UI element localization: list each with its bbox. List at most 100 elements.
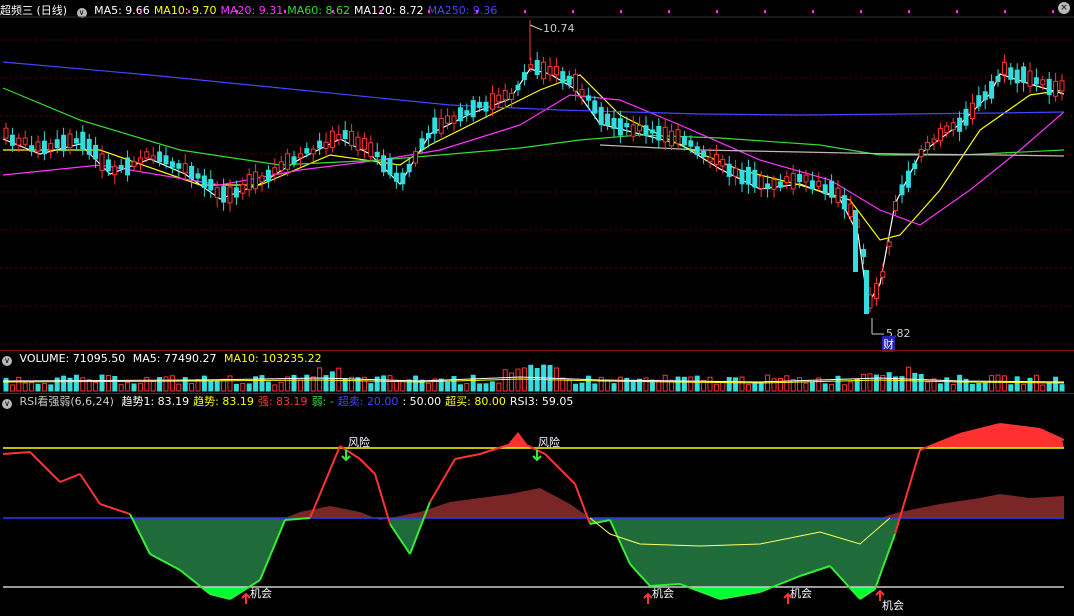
candle-body — [573, 73, 579, 92]
volume-bar — [387, 375, 393, 392]
candle-body — [809, 180, 815, 190]
volume-bar — [592, 383, 598, 392]
rsi-segment — [99, 503, 131, 515]
volume-bar — [745, 384, 751, 392]
candle-body — [221, 186, 227, 203]
volume-bar — [912, 372, 918, 392]
candle-body — [413, 151, 419, 164]
rsi-chart[interactable] — [0, 394, 1074, 616]
candle-body — [784, 176, 790, 184]
volume-bar — [861, 373, 867, 392]
candle-body — [201, 175, 207, 188]
candle-body — [509, 92, 515, 100]
volume-bar — [1021, 383, 1027, 392]
candle-body — [61, 134, 67, 152]
candle-body — [521, 72, 527, 81]
candlestick-chart[interactable] — [0, 0, 1074, 350]
volume-bar — [515, 368, 521, 392]
rsi-segment — [79, 473, 101, 505]
candle-body — [669, 130, 675, 147]
candle-body — [208, 179, 214, 191]
candle-body — [835, 187, 841, 203]
volume-bar — [528, 364, 534, 392]
candle-body — [272, 167, 278, 175]
candle-body — [176, 163, 182, 169]
volume-bar — [502, 369, 508, 392]
volume-bar — [925, 381, 931, 392]
volume-bar — [643, 377, 649, 392]
candle-body — [80, 131, 86, 150]
candle-body — [662, 126, 668, 143]
volume-bar — [1014, 376, 1020, 392]
volume-bar — [16, 376, 22, 392]
candle-body — [3, 127, 9, 139]
candle-body — [16, 137, 22, 146]
candle-body — [957, 117, 963, 132]
candle-body — [1033, 77, 1039, 85]
candle-body — [368, 142, 374, 157]
candle-body — [918, 149, 924, 158]
volume-bar — [169, 375, 175, 392]
marker-dot — [956, 10, 958, 13]
volume-bar — [835, 375, 841, 392]
volume-bar — [937, 383, 943, 392]
candle-body — [864, 270, 869, 314]
candle-body — [853, 210, 858, 272]
volume-bar — [976, 383, 982, 392]
volume-bar — [22, 382, 28, 392]
volume-bar — [752, 383, 758, 392]
volume-bar — [611, 383, 617, 392]
candle-body — [976, 95, 982, 107]
volume-bar — [176, 383, 182, 392]
volume-bar — [3, 377, 9, 392]
marker-dot — [572, 10, 574, 13]
volume-bar — [73, 374, 79, 392]
volume-ma10-line — [2, 378, 1065, 384]
candle-body — [285, 153, 291, 170]
volume-bar — [477, 383, 483, 392]
candle-body — [93, 145, 99, 160]
marker-dot — [476, 10, 478, 13]
candle-body — [1040, 79, 1046, 86]
volume-bar — [688, 376, 694, 392]
volume-bar — [1046, 382, 1052, 392]
volume-bar — [777, 377, 783, 392]
candle-body — [688, 140, 694, 147]
rsi-segment — [894, 449, 921, 535]
volume-chart[interactable] — [0, 351, 1074, 393]
volume-panel[interactable]: ∨ VOLUME: 71095.50 MA5: 77490.27 MA10: 1… — [0, 351, 1074, 393]
volume-bar — [336, 367, 342, 392]
strong-area — [280, 488, 1064, 520]
volume-bar — [393, 380, 399, 392]
rsi-panel[interactable]: ∨ RSI看强弱(6,6,24) 趋势1: 83.19 趋势: 83.19 强: 8… — [0, 394, 1074, 616]
volume-bar — [483, 383, 489, 392]
candle-body — [496, 94, 502, 103]
candle-body — [1046, 78, 1052, 96]
candle-body — [445, 115, 451, 124]
rsi-segment — [374, 473, 391, 525]
candle-body — [701, 150, 707, 158]
volume-bar — [867, 373, 873, 392]
price-panel[interactable]: 超频三 (日线) ∨ MA5: 9.66 MA10: 9.70 MA20: 9.31… — [0, 0, 1074, 352]
candle-body — [361, 138, 367, 150]
candle-body — [150, 155, 156, 160]
chance-label: 机会 — [652, 587, 674, 600]
candle-body — [131, 161, 137, 168]
candle-body — [118, 165, 124, 170]
candle-body — [925, 142, 931, 151]
candle-body — [765, 183, 771, 190]
volume-bar — [822, 383, 828, 392]
candle-body — [886, 241, 892, 247]
volume-bar — [150, 380, 156, 392]
rsi-segment — [454, 453, 481, 460]
volume-bar — [41, 382, 47, 392]
candle-body — [470, 100, 476, 118]
volume-bar — [125, 382, 131, 392]
volume-bar — [227, 375, 233, 392]
chance-label: 机会 — [250, 587, 272, 600]
volume-bar — [112, 376, 118, 392]
volume-bar — [1008, 384, 1014, 392]
candle-body — [169, 161, 175, 168]
volume-bar — [803, 382, 809, 392]
volume-bar — [374, 376, 380, 392]
